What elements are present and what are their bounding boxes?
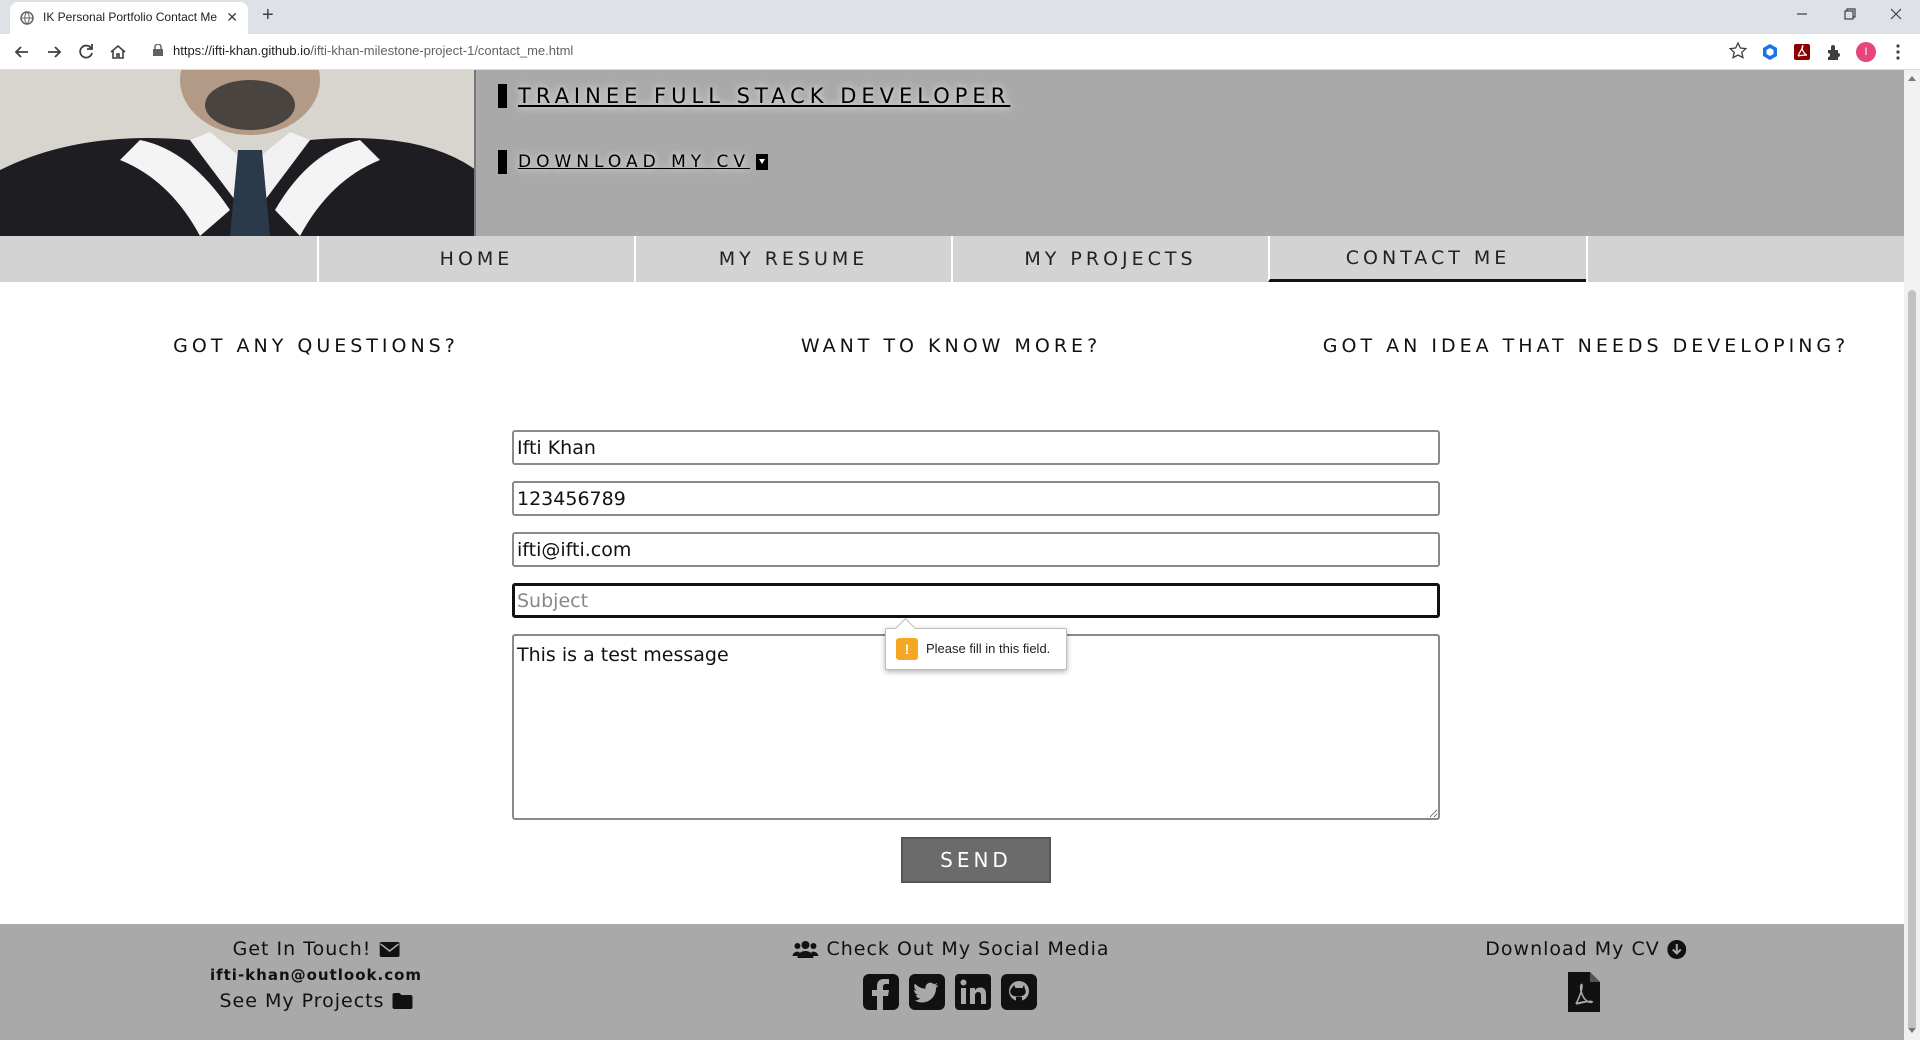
email-input[interactable] [512, 532, 1440, 567]
profile-avatar[interactable]: I [1856, 42, 1876, 62]
bookmark-star-icon[interactable] [1728, 41, 1748, 61]
warning-icon: ! [896, 638, 918, 660]
download-cv-footer[interactable]: Download My CV [1485, 938, 1687, 960]
hero-banner: TRAINEE FULL STACK DEVELOPER DOWNLOAD MY… [0, 70, 1904, 236]
minimize-icon[interactable] [1796, 8, 1808, 20]
facebook-icon[interactable] [863, 974, 899, 1010]
tab-title: IK Personal Portfolio Contact Me [43, 10, 218, 24]
cv-accent-bar [498, 150, 507, 174]
hero-title: TRAINEE FULL STACK DEVELOPER [518, 84, 1011, 108]
page-viewport: TRAINEE FULL STACK DEVELOPER DOWNLOAD MY… [0, 70, 1904, 1040]
reload-icon[interactable] [76, 42, 96, 62]
folder-icon [392, 993, 413, 1009]
page-scrollbar[interactable] [1904, 70, 1920, 1040]
extensions-puzzle-icon[interactable] [1824, 42, 1844, 62]
close-tab-icon[interactable]: ✕ [226, 9, 238, 26]
nav-my-projects[interactable]: MY PROJECTS [951, 236, 1268, 282]
nav-contact-me[interactable]: CONTACT ME [1268, 236, 1586, 282]
lock-icon [153, 44, 163, 56]
new-tab-button[interactable]: + [262, 4, 274, 27]
tagline-idea: GOT AN IDEA THAT NEEDS DEVELOPING? [1322, 335, 1850, 357]
get-in-touch: Get In Touch! [233, 938, 400, 960]
see-projects-label: See My Projects [219, 990, 385, 1012]
url-text: https://ifti-khan.github.io/ifti-khan-mi… [173, 43, 573, 58]
profile-photo [0, 70, 476, 236]
url-path: /ifti-khan-milestone-project-1/contact_m… [310, 43, 574, 58]
browser-toolbar: https://ifti-khan.github.io/ifti-khan-mi… [0, 34, 1920, 70]
hero-title-row: TRAINEE FULL STACK DEVELOPER [498, 84, 1010, 108]
scroll-up-arrow-icon[interactable] [1908, 76, 1916, 81]
download-cv-row: DOWNLOAD MY CV [498, 150, 769, 174]
scroll-down-arrow-icon[interactable] [1908, 1028, 1916, 1033]
users-icon [792, 941, 819, 958]
validation-tooltip: ! Please fill in this field. [885, 628, 1067, 670]
see-projects-link[interactable]: See My Projects [219, 990, 413, 1012]
url-host: https://ifti-khan.github.io [173, 43, 311, 58]
main-nav: HOME MY RESUME MY PROJECTS CONTACT ME [0, 236, 1904, 282]
browser-tab[interactable]: IK Personal Portfolio Contact Me ✕ [10, 2, 248, 34]
envelope-icon [379, 941, 400, 957]
github-icon[interactable] [1001, 974, 1037, 1010]
nav-home[interactable]: HOME [317, 236, 634, 282]
footer: Get In Touch! ifti-khan@outlook.com See … [0, 924, 1904, 1040]
nav-divider [1586, 236, 1588, 282]
restore-icon[interactable] [1844, 8, 1856, 20]
linkedin-icon[interactable] [955, 974, 991, 1010]
tagline-questions: GOT ANY QUESTIONS? [173, 335, 459, 357]
forward-arrow-icon[interactable] [44, 42, 64, 62]
subject-input[interactable] [512, 583, 1440, 618]
twitter-icon[interactable] [909, 974, 945, 1010]
social-heading-label: Check Out My Social Media [826, 938, 1110, 960]
download-cv-link[interactable]: DOWNLOAD MY CV [518, 152, 750, 172]
file-download-icon[interactable] [756, 154, 769, 170]
social-heading: Check Out My Social Media [792, 938, 1109, 960]
send-button[interactable]: SEND [901, 837, 1051, 883]
tagline-know-more: WANT TO KNOW MORE? [800, 335, 1102, 357]
file-pdf-icon[interactable] [1568, 972, 1600, 1012]
extension-shield-icon[interactable] [1760, 42, 1780, 62]
browser-tab-bar: IK Personal Portfolio Contact Me ✕ + [0, 0, 1920, 34]
validation-message: Please fill in this field. [926, 641, 1051, 656]
download-cv-footer-label: Download My CV [1485, 938, 1660, 960]
home-icon[interactable] [108, 42, 128, 62]
nav-my-resume[interactable]: MY RESUME [634, 236, 951, 282]
arrow-circle-down-icon [1667, 939, 1687, 959]
phone-input[interactable] [512, 481, 1440, 516]
footer-email-link[interactable]: ifti-khan@outlook.com [210, 966, 422, 984]
address-bar[interactable]: https://ifti-khan.github.io/ifti-khan-mi… [140, 37, 1758, 65]
name-input[interactable] [512, 430, 1440, 465]
back-arrow-icon[interactable] [12, 42, 32, 62]
pdf-extension-icon[interactable] [1792, 42, 1812, 62]
globe-icon [20, 11, 34, 25]
get-in-touch-label: Get In Touch! [232, 938, 372, 960]
scrollbar-thumb[interactable] [1908, 290, 1916, 1030]
more-menu-icon[interactable] [1888, 42, 1908, 62]
title-accent-bar [498, 84, 507, 108]
close-window-icon[interactable] [1890, 8, 1902, 20]
